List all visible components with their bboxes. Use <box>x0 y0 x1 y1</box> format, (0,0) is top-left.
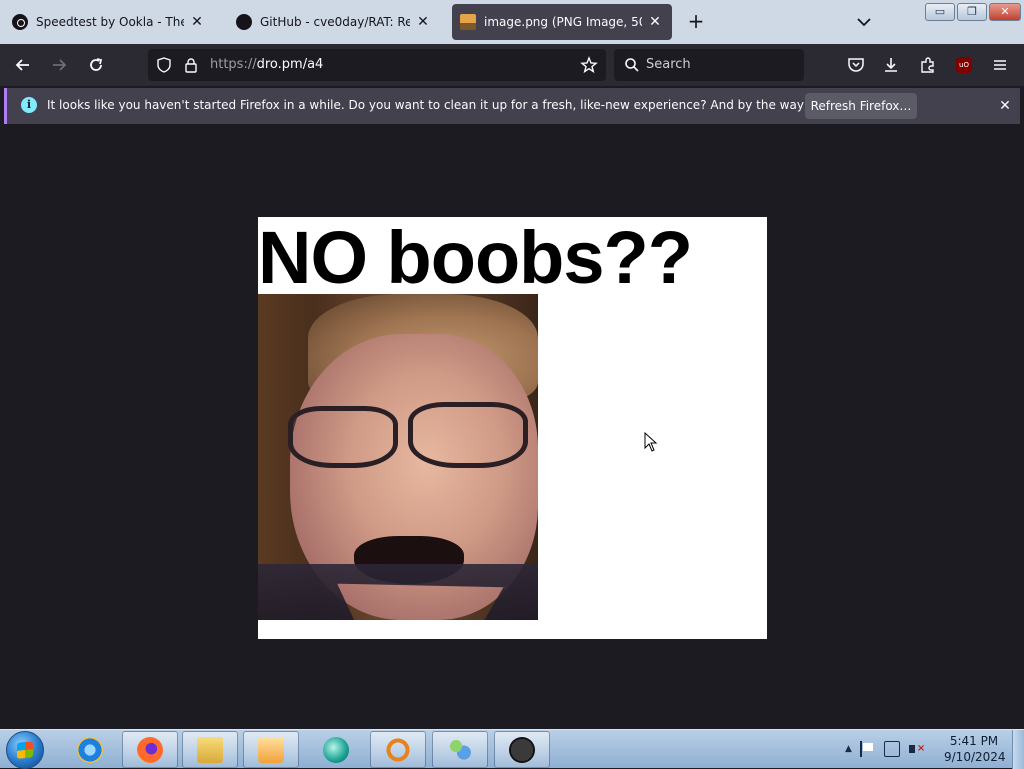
close-tab-icon[interactable]: ✕ <box>188 14 206 30</box>
refresh-firefox-button[interactable]: Refresh Firefox… <box>805 93 917 119</box>
clock-date: 9/10/2024 <box>944 750 1006 764</box>
volume-muted-icon[interactable]: × <box>908 741 925 757</box>
menu-button[interactable] <box>987 52 1013 78</box>
close-tab-icon[interactable]: ✕ <box>646 14 664 30</box>
search-tool-icon <box>385 736 411 763</box>
shield-icon[interactable] <box>156 57 172 73</box>
image-icon <box>460 14 476 30</box>
back-button[interactable] <box>10 52 36 78</box>
close-window-button[interactable]: ✕ <box>989 3 1021 21</box>
url-scheme: https:// <box>210 57 257 72</box>
network-icon[interactable] <box>883 741 900 757</box>
reload-icon <box>90 58 103 71</box>
lock-icon[interactable] <box>184 57 198 73</box>
tab-title: GitHub - cve0day/RAT: Remote <box>260 15 410 29</box>
windows-logo-icon <box>17 741 33 759</box>
taskbar-clock[interactable]: 5:41 PM 9/10/2024 <box>944 733 1006 765</box>
displayed-image[interactable]: NO boobs?? <box>258 217 767 639</box>
restore-button[interactable]: ❐ <box>957 3 987 21</box>
action-center-flag-icon[interactable] <box>859 741 876 757</box>
new-tab-button[interactable]: + <box>684 10 708 34</box>
taskbar-terminal[interactable] <box>494 731 550 768</box>
taskbar-firefox[interactable] <box>122 731 178 768</box>
taskbar-file-explorer[interactable] <box>182 731 238 768</box>
mouse-cursor-icon <box>644 432 658 452</box>
url-text: https://dro.pm/a4 <box>210 57 323 72</box>
puzzle-icon <box>921 57 934 73</box>
pocket-icon <box>848 58 864 72</box>
terminal-icon <box>509 736 535 763</box>
pocket-button[interactable] <box>843 52 869 78</box>
url-bar[interactable]: https://dro.pm/a4 <box>148 49 606 81</box>
ublock-icon: uO <box>956 57 972 73</box>
media-player-icon <box>258 736 284 763</box>
tab-strip: Speedtest by Ookla - The Global Broadban… <box>0 0 1024 44</box>
forward-button[interactable] <box>46 52 72 78</box>
notification-bar: i It looks like you haven't started Fire… <box>4 88 1020 124</box>
close-tab-icon[interactable]: ✕ <box>414 14 432 30</box>
search-input[interactable]: Search <box>646 57 691 72</box>
extensions-button[interactable] <box>915 52 941 78</box>
tray-expand-icon[interactable]: ▲ <box>845 744 852 754</box>
notification-message: It looks like you haven't started Firefo… <box>47 98 903 112</box>
minimize-button[interactable]: ▭ <box>925 3 955 21</box>
taskbar-search-tool[interactable] <box>370 731 426 768</box>
reload-button[interactable] <box>83 52 109 78</box>
arrow-right-icon <box>53 59 67 71</box>
file-explorer-icon <box>197 736 223 763</box>
internet-explorer-icon <box>77 736 103 763</box>
taskbar-users[interactable] <box>432 731 488 768</box>
page-content: NO boobs?? <box>0 127 1024 729</box>
network-app-icon <box>323 736 349 763</box>
tab-title: image.png (PNG Image, 509 × 422 pixels) <box>484 15 642 29</box>
ublock-button[interactable]: uO <box>951 52 977 78</box>
users-icon <box>447 736 473 763</box>
info-icon: i <box>21 97 37 113</box>
url-host: dro.pm/a4 <box>256 57 324 72</box>
navigation-toolbar: https://dro.pm/a4 Search uO <box>0 44 1024 86</box>
system-tray: ▲ × <box>845 736 925 762</box>
chevron-down-icon[interactable] <box>853 12 875 32</box>
downloads-button[interactable] <box>878 52 904 78</box>
image-caption: NO boobs?? <box>258 217 693 299</box>
show-desktop-button[interactable] <box>1012 730 1024 769</box>
firefox-icon <box>137 736 163 763</box>
download-icon <box>885 58 897 72</box>
speedtest-icon <box>12 14 28 30</box>
taskbar-internet-explorer[interactable] <box>62 731 118 768</box>
arrow-left-icon <box>15 59 29 71</box>
tab-github[interactable]: GitHub - cve0day/RAT: Remote ✕ <box>228 4 440 40</box>
taskbar-media-player[interactable] <box>243 731 299 768</box>
hamburger-menu-icon <box>994 60 1006 70</box>
taskbar: ▲ × 5:41 PM 9/10/2024 <box>0 729 1024 769</box>
tab-speedtest[interactable]: Speedtest by Ookla - The Global Broadban… <box>4 4 214 40</box>
close-icon[interactable]: ✕ <box>995 96 1015 116</box>
photo-glasses-right <box>408 402 528 468</box>
search-bar[interactable]: Search <box>614 49 804 81</box>
photo-face <box>258 294 538 620</box>
search-icon <box>625 58 639 72</box>
tab-image[interactable]: image.png (PNG Image, 509 × 422 pixels) … <box>452 4 672 40</box>
photo-glasses-left <box>288 406 398 468</box>
bookmark-star-icon[interactable] <box>580 56 598 74</box>
taskbar-network-app[interactable] <box>308 731 364 768</box>
start-button[interactable] <box>6 731 44 769</box>
tab-title: Speedtest by Ookla - The Global Broadban… <box>36 15 184 29</box>
clock-time: 5:41 PM <box>949 734 999 748</box>
github-icon <box>236 14 252 30</box>
